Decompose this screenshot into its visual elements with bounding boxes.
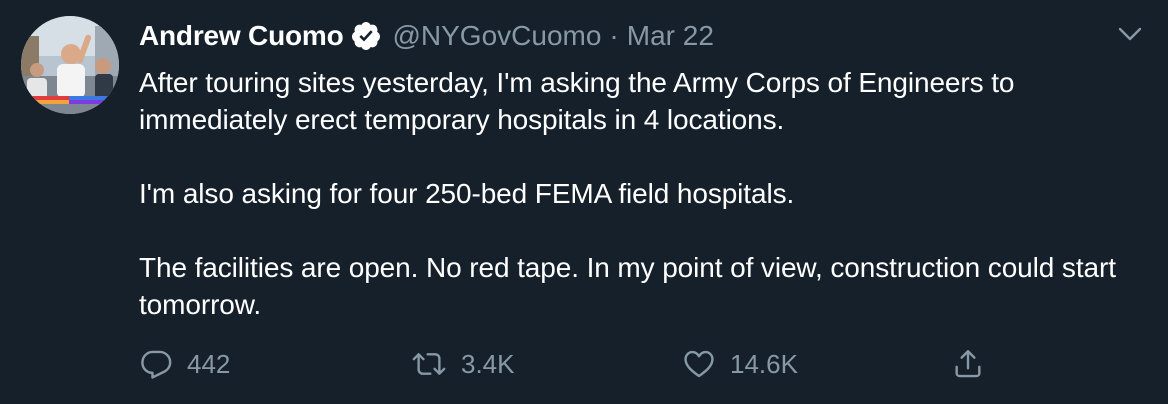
tweet-card[interactable]: Andrew Cuomo @NYGovCuomo · Mar 22 After …: [0, 0, 1168, 404]
tweet-paragraph: After touring sites yesterday, I'm askin…: [139, 67, 1015, 135]
reply-icon: [139, 347, 173, 381]
tweet-header: Andrew Cuomo @NYGovCuomo · Mar 22: [139, 16, 1139, 56]
tweet-paragraph: I'm also asking for four 250-bed FEMA fi…: [139, 178, 795, 209]
share-icon: [951, 347, 985, 381]
tweet-text: After touring sites yesterday, I'm askin…: [139, 64, 1139, 323]
heart-icon: [682, 347, 716, 381]
author-name[interactable]: Andrew Cuomo: [139, 20, 344, 52]
avatar-photo: [21, 16, 119, 114]
retweet-button[interactable]: 3.4K: [411, 340, 515, 388]
tweet-actions: 442 3.4K 14.6K: [139, 340, 999, 388]
retweet-count: 3.4K: [461, 348, 515, 379]
chevron-down-icon[interactable]: [1116, 24, 1144, 44]
like-button[interactable]: 14.6K: [682, 340, 798, 388]
tweet-paragraph: The facilities are open. No red tape. In…: [139, 252, 1116, 320]
retweet-icon: [411, 347, 447, 381]
avatar[interactable]: [21, 16, 119, 114]
like-count: 14.6K: [730, 348, 798, 379]
header-separator: ·: [609, 20, 619, 51]
tweet-content: Andrew Cuomo @NYGovCuomo · Mar 22 After …: [139, 16, 1139, 323]
author-handle[interactable]: @NYGovCuomo: [392, 20, 601, 52]
tweet-date[interactable]: Mar 22: [627, 20, 714, 52]
reply-count: 442: [187, 348, 231, 379]
reply-button[interactable]: 442: [139, 340, 230, 388]
share-button[interactable]: [951, 340, 985, 388]
verified-badge-icon: [350, 20, 382, 52]
